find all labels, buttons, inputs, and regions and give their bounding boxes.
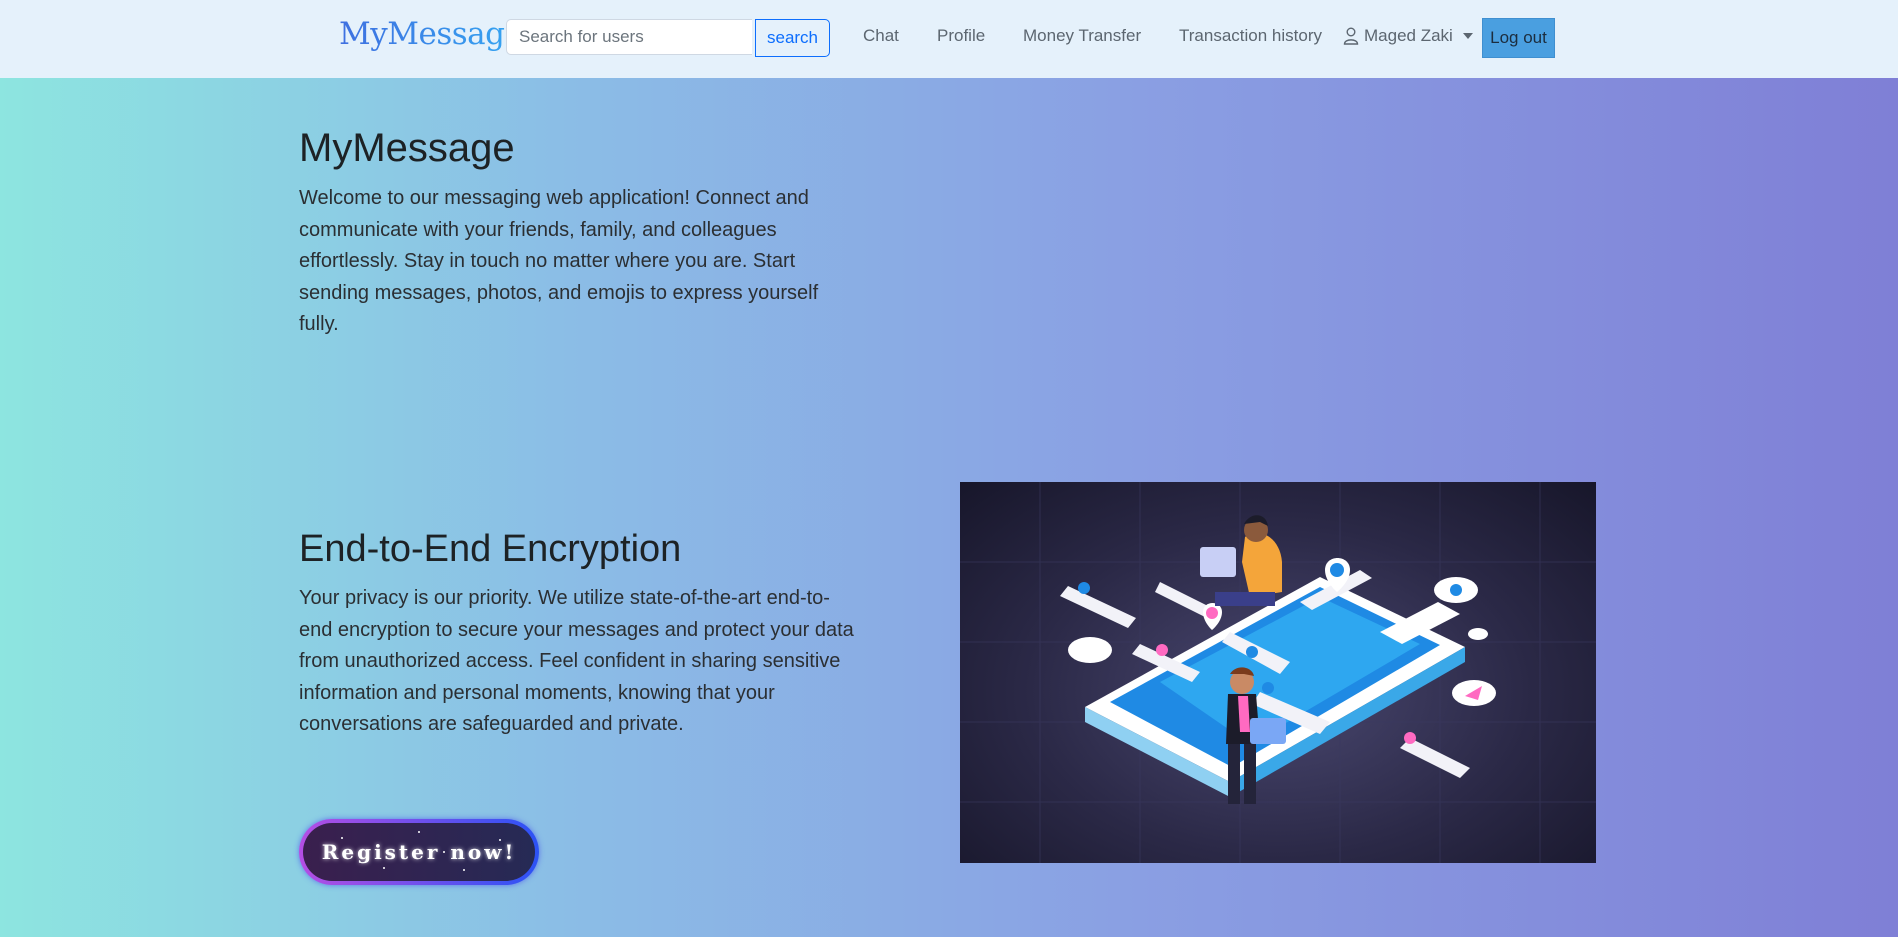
isometric-phone-illustration — [960, 482, 1596, 863]
brand-logo[interactable]: MyMessage — [339, 16, 523, 52]
encryption-description: Your privacy is our priority. We utilize… — [299, 587, 854, 735]
nav-link-profile[interactable]: Profile — [937, 26, 985, 46]
nav-link-money-transfer[interactable]: Money Transfer — [1023, 26, 1141, 46]
messaging-illustration — [960, 482, 1596, 863]
encryption-title: End-to-End Encryption — [299, 528, 682, 570]
register-label: Register now! — [321, 840, 517, 864]
hero-description: Welcome to our messaging web application… — [299, 187, 819, 335]
navbar: MyMessage search Chat Profile Money Tran… — [0, 0, 1898, 78]
user-icon — [1343, 27, 1359, 45]
nav-link-transaction-history[interactable]: Transaction history — [1179, 26, 1322, 46]
search-input[interactable] — [506, 19, 752, 55]
sparkle — [341, 837, 343, 839]
sparkle — [463, 869, 465, 871]
sparkle — [443, 851, 445, 853]
logout-button[interactable]: Log out — [1482, 18, 1555, 58]
sparkle — [499, 839, 501, 841]
nav-link-chat[interactable]: Chat — [863, 26, 899, 46]
sparkle — [418, 831, 420, 833]
chevron-down-icon — [1462, 33, 1473, 39]
user-name: Maged Zaki — [1364, 26, 1453, 45]
user-dropdown[interactable]: Maged Zaki — [1343, 26, 1473, 46]
register-button[interactable]: Register now! — [299, 819, 539, 885]
search-button[interactable]: search — [755, 19, 830, 57]
page-title: MyMessage — [299, 126, 515, 170]
sparkle — [383, 867, 385, 869]
